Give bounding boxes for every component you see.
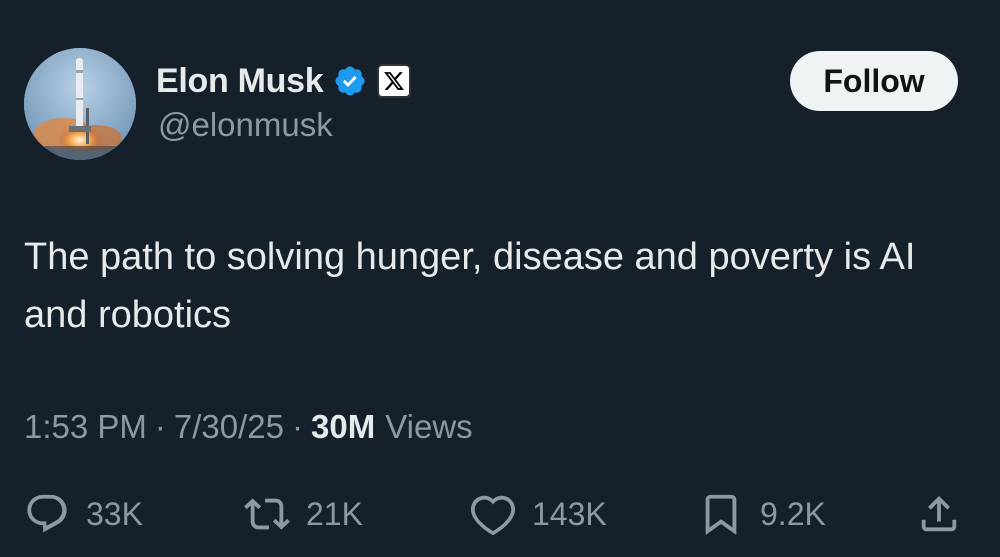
tweet-card: Elon Musk @elonmusk Follow The path to s…	[0, 0, 1000, 557]
author-display-name[interactable]: Elon Musk	[156, 62, 324, 101]
like-button[interactable]: 143K	[470, 486, 607, 542]
bookmark-icon	[705, 494, 737, 535]
meta-separator: ·	[292, 408, 304, 445]
author-handle[interactable]: @elonmusk	[158, 106, 333, 144]
tweet-actions-bar: 33K 21K 143K 9.2K	[0, 486, 1000, 542]
bookmark-count: 9.2K	[760, 495, 826, 532]
views-label: Views	[385, 408, 473, 445]
like-count: 143K	[532, 495, 607, 532]
author-avatar[interactable]	[24, 48, 136, 160]
repost-button[interactable]: 21K	[244, 486, 363, 542]
repost-count: 21K	[306, 495, 363, 532]
reply-button[interactable]: 33K	[24, 486, 143, 542]
heart-icon	[470, 495, 516, 536]
tweet-text: The path to solving hunger, disease and …	[24, 236, 916, 336]
x-logo-icon[interactable]	[377, 64, 412, 98]
verified-badge-icon[interactable]	[333, 64, 367, 98]
tweet-time[interactable]: 1:53 PM	[24, 408, 147, 446]
author-name-row: Elon Musk	[156, 58, 412, 104]
tweet-date[interactable]: 7/30/25	[174, 408, 284, 446]
repost-icon	[244, 498, 290, 530]
reply-count: 33K	[86, 495, 143, 532]
bookmark-button[interactable]: 9.2K	[698, 486, 826, 542]
share-icon	[921, 495, 957, 532]
meta-separator: ·	[154, 408, 166, 445]
follow-button[interactable]: Follow	[790, 51, 958, 111]
share-button[interactable]	[916, 486, 962, 542]
rocket-launch-icon	[24, 48, 136, 160]
reply-icon	[27, 494, 67, 533]
views-count: 30M	[311, 408, 376, 445]
tweet-meta: 1:53 PM · 7/30/25 · 30M Views	[24, 405, 473, 449]
